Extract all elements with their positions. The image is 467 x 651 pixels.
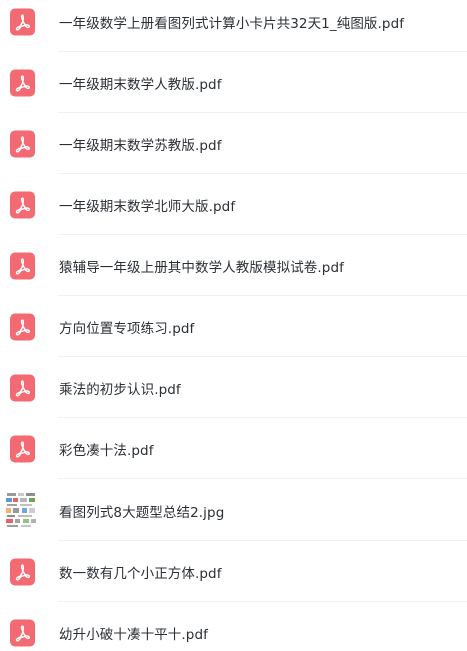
file-name: 一年级期末数学人教版.pdf	[59, 76, 222, 93]
file-row[interactable]: 数一数有几个小正方体.pdf	[0, 541, 467, 602]
file-list: 一年级数学上册看图列式计算小卡片共32天1_纯图版.pdf 一年级期末数学人教版…	[0, 0, 467, 651]
pdf-icon	[10, 191, 35, 218]
file-name: 数一数有几个小正方体.pdf	[59, 565, 222, 582]
file-row[interactable]: 一年级期末数学人教版.pdf	[0, 52, 467, 113]
pdf-icon	[10, 130, 35, 157]
pdf-icon	[10, 313, 35, 340]
file-row[interactable]: 看图列式8大题型总结2.jpg	[0, 480, 467, 541]
pdf-icon	[10, 252, 35, 279]
pdf-icon	[10, 69, 35, 96]
pdf-icon	[10, 8, 35, 35]
file-name: 一年级数学上册看图列式计算小卡片共32天1_纯图版.pdf	[59, 15, 405, 32]
file-name: 看图列式8大题型总结2.jpg	[59, 504, 225, 521]
file-name: 彩色凑十法.pdf	[59, 442, 154, 459]
file-row[interactable]: 一年级数学上册看图列式计算小卡片共32天1_纯图版.pdf	[0, 0, 467, 52]
pdf-icon	[10, 558, 35, 585]
pdf-icon	[10, 435, 35, 462]
file-row[interactable]: 方向位置专项练习.pdf	[0, 296, 467, 357]
file-row[interactable]: 乘法的初步认识.pdf	[0, 357, 467, 418]
file-row[interactable]: 猿辅导一年级上册其中数学人教版模拟试卷.pdf	[0, 235, 467, 296]
file-row[interactable]: 一年级期末数学苏教版.pdf	[0, 113, 467, 174]
row-divider	[58, 478, 467, 479]
file-row[interactable]: 彩色凑十法.pdf	[0, 418, 467, 479]
pdf-icon	[10, 374, 35, 401]
file-name: 猿辅导一年级上册其中数学人教版模拟试卷.pdf	[59, 259, 344, 276]
file-name: 方向位置专项练习.pdf	[59, 320, 195, 337]
file-name: 一年级期末数学北师大版.pdf	[59, 198, 236, 215]
image-thumbnail-icon	[4, 490, 38, 531]
file-row[interactable]: 一年级期末数学北师大版.pdf	[0, 174, 467, 235]
pdf-icon	[10, 619, 35, 646]
file-name: 幼升小破十凑十平十.pdf	[59, 626, 208, 643]
file-name: 乘法的初步认识.pdf	[59, 381, 181, 398]
file-name: 一年级期末数学苏教版.pdf	[59, 137, 222, 154]
file-row[interactable]: 幼升小破十凑十平十.pdf	[0, 602, 467, 651]
